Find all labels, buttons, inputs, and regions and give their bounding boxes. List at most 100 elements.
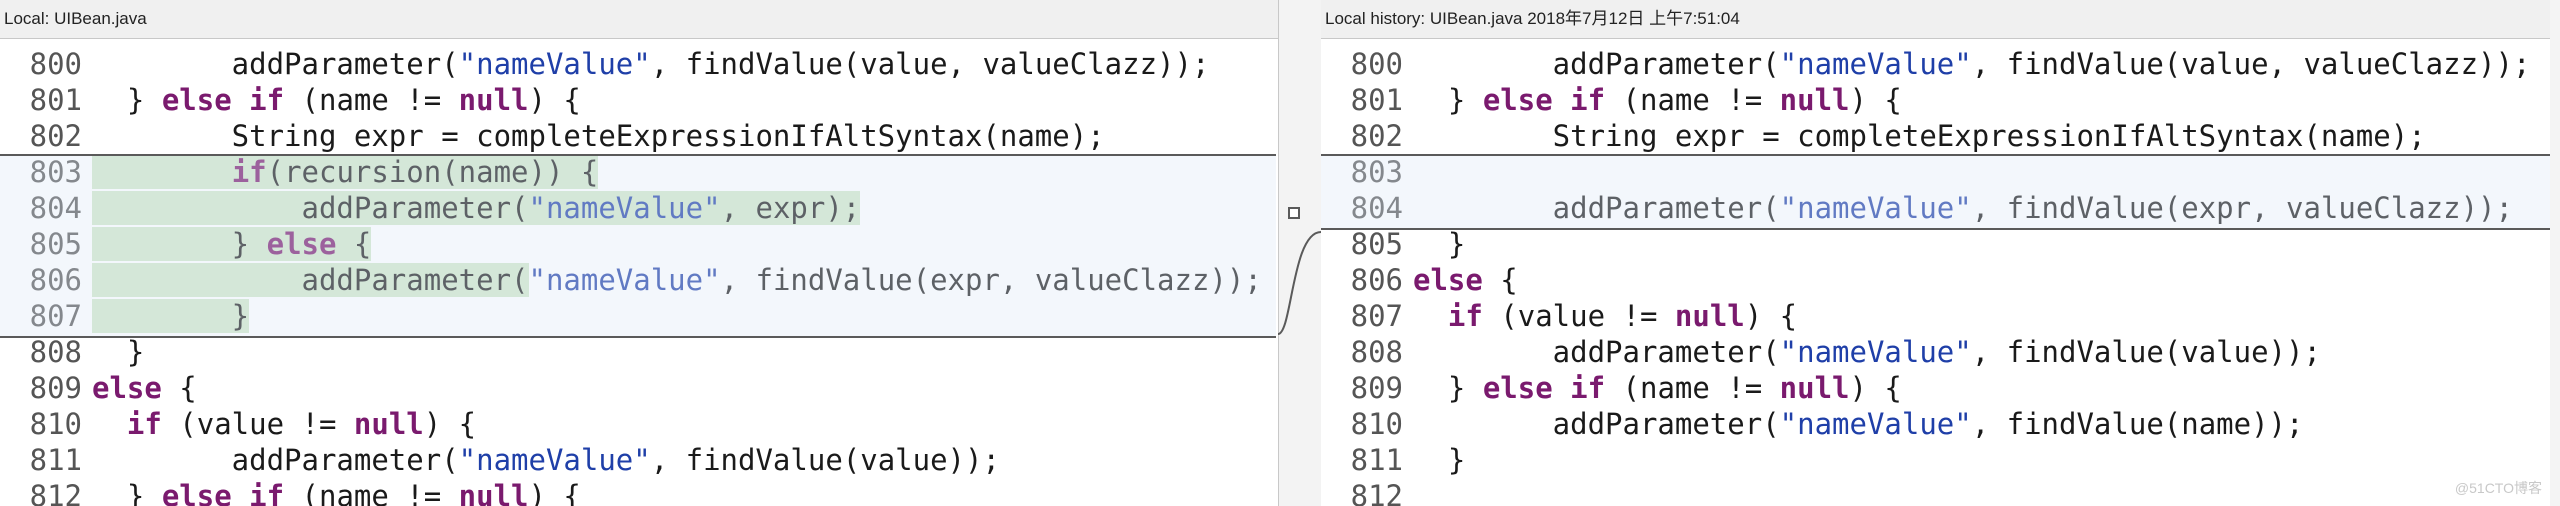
code-text: addParameter("nameValue", findValue(name… — [1413, 407, 2304, 441]
code-line[interactable]: 812 } else if (name != null) { — [0, 478, 1278, 506]
code-line[interactable]: 806 addParameter("nameValue", findValue(… — [0, 262, 1278, 298]
line-number: 805 — [1350, 227, 1403, 261]
code-token: String expr = completeExpressionIfAltSyn… — [92, 119, 1105, 153]
code-text: } — [92, 299, 250, 333]
line-number: 802 — [29, 119, 82, 153]
code-token: , findValue(name)); — [1971, 407, 2304, 441]
code-text: addParameter("nameValue", expr); — [92, 191, 861, 225]
line-number: 805 — [29, 227, 82, 261]
code-line[interactable]: 810 if (value != null) { — [0, 406, 1278, 442]
line-number: 800 — [29, 47, 82, 81]
code-text: addParameter("nameValue", findValue(valu… — [92, 47, 1210, 81]
code-line[interactable]: 800 addParameter("nameValue", findValue(… — [0, 46, 1278, 82]
code-text: } else if (name != null) { — [1413, 371, 1902, 405]
code-line[interactable]: 808 } — [0, 334, 1278, 370]
code-token — [92, 155, 232, 189]
code-line[interactable]: 807 } — [0, 298, 1278, 334]
left-diff-pane[interactable]: Local: UIBean.java 800 addParameter("nam… — [0, 0, 1278, 506]
code-token: , expr); — [720, 191, 861, 225]
code-line[interactable]: 801 } else if (name != null) { — [0, 82, 1278, 118]
code-token: else if — [1482, 83, 1606, 117]
code-token: null — [1779, 83, 1850, 117]
code-token: "nameValue" — [458, 443, 651, 477]
code-text: if(recursion(name)) { — [92, 155, 599, 189]
code-text: else { — [92, 371, 197, 405]
code-token: "nameValue" — [1779, 47, 1972, 81]
line-number: 812 — [29, 479, 82, 506]
code-line[interactable]: 806 else { — [1321, 262, 2560, 298]
line-number: 803 — [1350, 155, 1403, 189]
change-connector — [1278, 207, 1321, 335]
code-token: else — [266, 227, 337, 261]
line-number: 804 — [1350, 191, 1403, 225]
code-token: addParameter( — [1413, 47, 1780, 81]
code-token: } — [92, 83, 162, 117]
merge-arrow-icon[interactable] — [1288, 207, 1300, 219]
code-token: (recursion(name)) { — [266, 155, 599, 189]
line-number: 808 — [1350, 335, 1403, 369]
code-line[interactable]: 804 addParameter("nameValue", expr); — [0, 190, 1278, 226]
code-line[interactable]: 809 } else if (name != null) { — [1321, 370, 2560, 406]
code-token: } — [92, 227, 267, 261]
code-line[interactable]: 807 if (value != null) { — [1321, 298, 2560, 334]
code-token: "nameValue" — [458, 47, 651, 81]
code-line[interactable]: 811 } — [1321, 442, 2560, 478]
code-token: (value != — [1482, 299, 1675, 333]
right-pane-title: Local history: UIBean.java 2018年7月12日 上午… — [1321, 0, 2560, 39]
code-token: "nameValue" — [528, 263, 721, 297]
code-text: } — [1413, 227, 1465, 261]
line-number: 807 — [1350, 299, 1403, 333]
code-token: ) { — [528, 83, 581, 117]
code-token: addParameter( — [1413, 335, 1780, 369]
code-line[interactable]: 812 — [1321, 478, 2560, 506]
code-text: } else { — [92, 227, 372, 261]
code-token: { — [336, 227, 372, 261]
code-line[interactable]: 801 } else if (name != null) { — [1321, 82, 2560, 118]
right-code-view[interactable]: 800 addParameter("nameValue", findValue(… — [1321, 46, 2560, 506]
code-line[interactable]: 805 } — [1321, 226, 2560, 262]
code-token: null — [353, 407, 424, 441]
code-token: addParameter( — [92, 263, 529, 297]
code-line[interactable]: 802 String expr = completeExpressionIfAl… — [0, 118, 1278, 154]
code-token: addParameter( — [1413, 407, 1780, 441]
code-token: , findValue(value, valueClazz)); — [650, 47, 1210, 81]
code-token: else if — [161, 479, 285, 506]
code-token: { — [161, 371, 197, 405]
code-token: } — [1413, 443, 1466, 477]
code-line[interactable]: 803 if(recursion(name)) { — [0, 154, 1278, 190]
right-diff-pane[interactable]: Local history: UIBean.java 2018年7月12日 上午… — [1321, 0, 2560, 506]
code-token: } — [92, 479, 162, 506]
code-line[interactable]: 809 else { — [0, 370, 1278, 406]
code-token: ) { — [423, 407, 477, 441]
code-line[interactable]: 800 addParameter("nameValue", findValue(… — [1321, 46, 2560, 82]
code-line[interactable]: 811 addParameter("nameValue", findValue(… — [0, 442, 1278, 478]
line-number: 809 — [29, 371, 82, 405]
line-number: 811 — [29, 443, 82, 477]
code-text: else { — [1413, 263, 1518, 297]
line-number: 806 — [29, 263, 82, 297]
code-line[interactable]: 805 } else { — [0, 226, 1278, 262]
code-token: else — [1413, 263, 1483, 297]
code-token: } — [1413, 83, 1483, 117]
code-line[interactable]: 808 addParameter("nameValue", findValue(… — [1321, 334, 2560, 370]
code-token: (name != — [1605, 83, 1780, 117]
left-code-view[interactable]: 800 addParameter("nameValue", findValue(… — [0, 46, 1278, 506]
line-number: 808 — [29, 335, 82, 369]
code-text: } else if (name != null) { — [92, 83, 581, 117]
code-line[interactable]: 804 addParameter("nameValue", findValue(… — [1321, 190, 2560, 226]
code-text: if (value != null) { — [1413, 299, 1797, 333]
code-token: (name != — [284, 83, 459, 117]
code-token: null — [458, 83, 529, 117]
code-line[interactable]: 803 — [1321, 154, 2560, 190]
code-token: "nameValue" — [1779, 191, 1972, 225]
code-token: "nameValue" — [1779, 335, 1972, 369]
code-line[interactable]: 810 addParameter("nameValue", findValue(… — [1321, 406, 2560, 442]
vertical-scrollbar[interactable] — [2550, 0, 2560, 506]
code-token: else if — [161, 83, 285, 117]
code-text: String expr = completeExpressionIfAltSyn… — [1413, 119, 2426, 153]
code-text: addParameter("nameValue", findValue(expr… — [1413, 191, 2513, 225]
code-token: ) { — [1849, 83, 1902, 117]
code-line[interactable]: 802 String expr = completeExpressionIfAl… — [1321, 118, 2560, 154]
line-number: 809 — [1350, 371, 1403, 405]
